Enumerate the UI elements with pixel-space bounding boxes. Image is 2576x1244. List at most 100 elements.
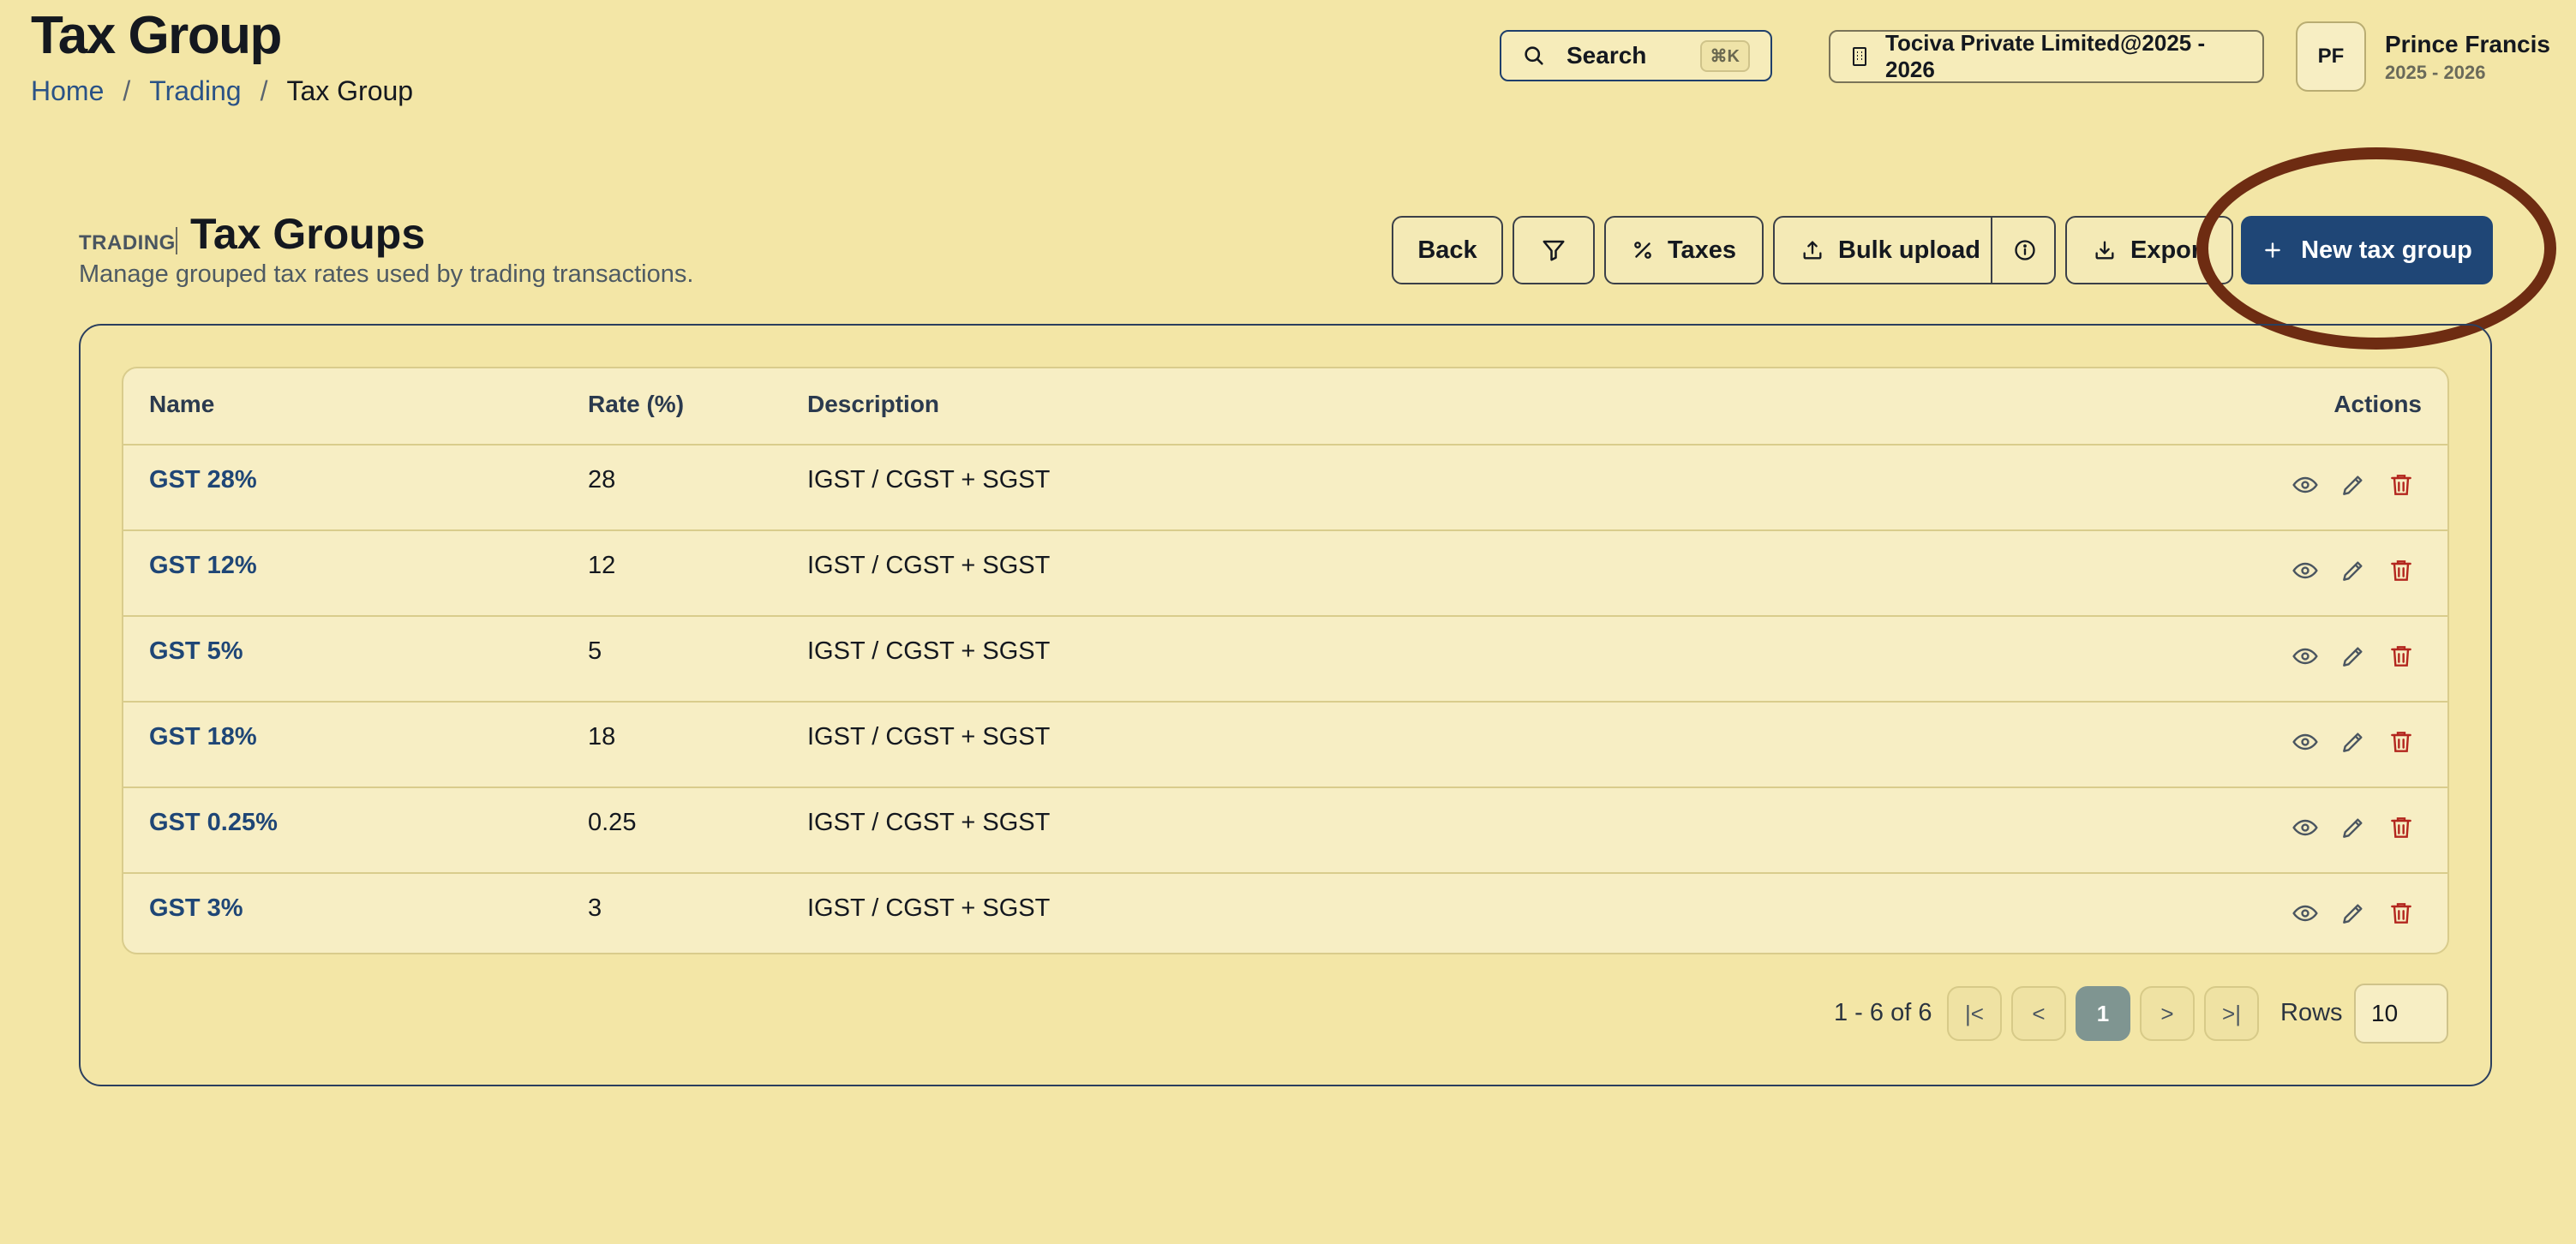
tax-description: IGST / CGST + SGST: [807, 466, 1051, 493]
column-header-name[interactable]: Name: [149, 391, 214, 418]
section-title: Tax Groups: [190, 210, 426, 258]
search-label: Search: [1567, 42, 1647, 69]
edit-icon[interactable]: [2338, 641, 2369, 672]
table-header: Name Rate (%) Description Actions: [123, 368, 2447, 446]
new-tax-group-button[interactable]: New tax group: [2241, 216, 2493, 284]
view-icon[interactable]: [2290, 469, 2321, 500]
breadcrumb-trading[interactable]: Trading: [149, 75, 241, 107]
previous-page-button[interactable]: <: [2011, 986, 2066, 1041]
rows-per-page-label: Rows: [2280, 999, 2343, 1026]
avatar[interactable]: PF: [2296, 21, 2366, 92]
column-header-description[interactable]: Description: [807, 391, 939, 418]
tax-group-name-link[interactable]: GST 18%: [149, 723, 257, 751]
user-year: 2025 - 2026: [2385, 62, 2486, 83]
bulk-upload-group: Bulk upload: [1773, 216, 2056, 284]
tax-rate: 12: [588, 552, 616, 579]
button-divider: [1991, 218, 1992, 283]
breadcrumb-current: Tax Group: [286, 75, 414, 106]
bulk-upload-button[interactable]: Bulk upload: [1800, 236, 1980, 265]
tax-group-name-link[interactable]: GST 3%: [149, 894, 243, 923]
tax-group-name-link[interactable]: GST 0.25%: [149, 809, 278, 837]
search-button[interactable]: Search ⌘K: [1500, 30, 1772, 81]
next-page-button[interactable]: >: [2140, 986, 2195, 1041]
table-row[interactable]: GST 3% 3 IGST / CGST + SGST: [123, 872, 2447, 953]
company-selector[interactable]: Tociva Private Limited@2025 - 2026: [1829, 30, 2264, 83]
export-label: Expor: [2130, 236, 2202, 264]
last-page-button[interactable]: >|: [2204, 986, 2259, 1041]
page-title: Tax Group: [31, 6, 282, 65]
delete-icon[interactable]: [2386, 469, 2417, 500]
tax-group-name-link[interactable]: GST 28%: [149, 466, 257, 494]
delete-icon[interactable]: [2386, 641, 2417, 672]
view-icon[interactable]: [2290, 641, 2321, 672]
row-actions: [2290, 555, 2417, 586]
tax-rate: 0.25: [588, 809, 637, 836]
tax-description: IGST / CGST + SGST: [807, 809, 1051, 836]
table-row[interactable]: GST 18% 18 IGST / CGST + SGST: [123, 701, 2447, 788]
breadcrumb-separator: /: [260, 75, 268, 106]
table-row[interactable]: GST 0.25% 0.25 IGST / CGST + SGST: [123, 786, 2447, 874]
column-header-rate[interactable]: Rate (%): [588, 391, 684, 418]
plus-icon: [2261, 239, 2284, 261]
delete-icon[interactable]: [2386, 727, 2417, 757]
back-button[interactable]: Back: [1392, 216, 1503, 284]
section-subtitle: Manage grouped tax rates used by trading…: [79, 260, 694, 288]
taxes-button[interactable]: Taxes: [1604, 216, 1764, 284]
tax-rate: 3: [588, 894, 602, 922]
search-icon: [1522, 44, 1546, 68]
row-actions: [2290, 727, 2417, 757]
view-icon[interactable]: [2290, 898, 2321, 929]
export-button[interactable]: Expor: [2065, 216, 2233, 284]
new-tax-group-label: New tax group: [2301, 236, 2472, 264]
edit-icon[interactable]: [2338, 727, 2369, 757]
company-label: Tociva Private Limited@2025 - 2026: [1885, 30, 2206, 82]
edit-icon[interactable]: [2338, 812, 2369, 843]
filter-button[interactable]: [1513, 216, 1595, 284]
view-icon[interactable]: [2290, 727, 2321, 757]
breadcrumb: Home / Trading / Tax Group: [31, 75, 413, 107]
breadcrumb-home[interactable]: Home: [31, 75, 104, 107]
view-icon[interactable]: [2290, 555, 2321, 586]
search-shortcut: ⌘K: [1699, 39, 1750, 72]
bulk-upload-label: Bulk upload: [1838, 236, 1980, 264]
edit-icon[interactable]: [2338, 898, 2369, 929]
delete-icon[interactable]: [2386, 812, 2417, 843]
column-header-actions: Actions: [2333, 391, 2422, 417]
building-icon: [1849, 45, 1870, 68]
section-tag: TRADING: [79, 231, 176, 254]
filter-icon: [1541, 237, 1567, 263]
edit-icon[interactable]: [2338, 555, 2369, 586]
first-page-button[interactable]: |<: [1947, 986, 2002, 1041]
tax-rate: 18: [588, 723, 616, 751]
tax-description: IGST / CGST + SGST: [807, 894, 1051, 922]
back-label: Back: [1417, 236, 1477, 264]
delete-icon[interactable]: [2386, 898, 2417, 929]
info-icon[interactable]: [1994, 218, 2056, 283]
taxes-label: Taxes: [1667, 236, 1737, 264]
tax-group-name-link[interactable]: GST 12%: [149, 552, 257, 580]
row-actions: [2290, 898, 2417, 929]
tax-rate: 5: [588, 637, 602, 665]
tax-group-table: Name Rate (%) Description Actions GST 28…: [122, 367, 2449, 954]
pagination-summary: 1 - 6 of 6: [1834, 999, 1932, 1026]
table-row[interactable]: GST 5% 5 IGST / CGST + SGST: [123, 615, 2447, 703]
delete-icon[interactable]: [2386, 555, 2417, 586]
user-name: Prince Francis: [2385, 31, 2550, 57]
breadcrumb-separator: /: [123, 75, 131, 106]
view-icon[interactable]: [2290, 812, 2321, 843]
row-actions: [2290, 812, 2417, 843]
edit-icon[interactable]: [2338, 469, 2369, 500]
tax-description: IGST / CGST + SGST: [807, 637, 1051, 665]
download-icon: [2093, 238, 2117, 262]
page-1-button[interactable]: 1: [2076, 986, 2130, 1041]
table-row[interactable]: GST 28% 28 IGST / CGST + SGST: [123, 444, 2447, 531]
tax-description: IGST / CGST + SGST: [807, 723, 1051, 751]
tax-rate: 28: [588, 466, 616, 493]
upload-icon: [1800, 238, 1824, 262]
row-actions: [2290, 641, 2417, 672]
tax-description: IGST / CGST + SGST: [807, 552, 1051, 579]
table-row[interactable]: GST 12% 12 IGST / CGST + SGST: [123, 529, 2447, 617]
row-actions: [2290, 469, 2417, 500]
rows-per-page-input[interactable]: 10: [2354, 984, 2448, 1044]
tax-group-name-link[interactable]: GST 5%: [149, 637, 243, 666]
